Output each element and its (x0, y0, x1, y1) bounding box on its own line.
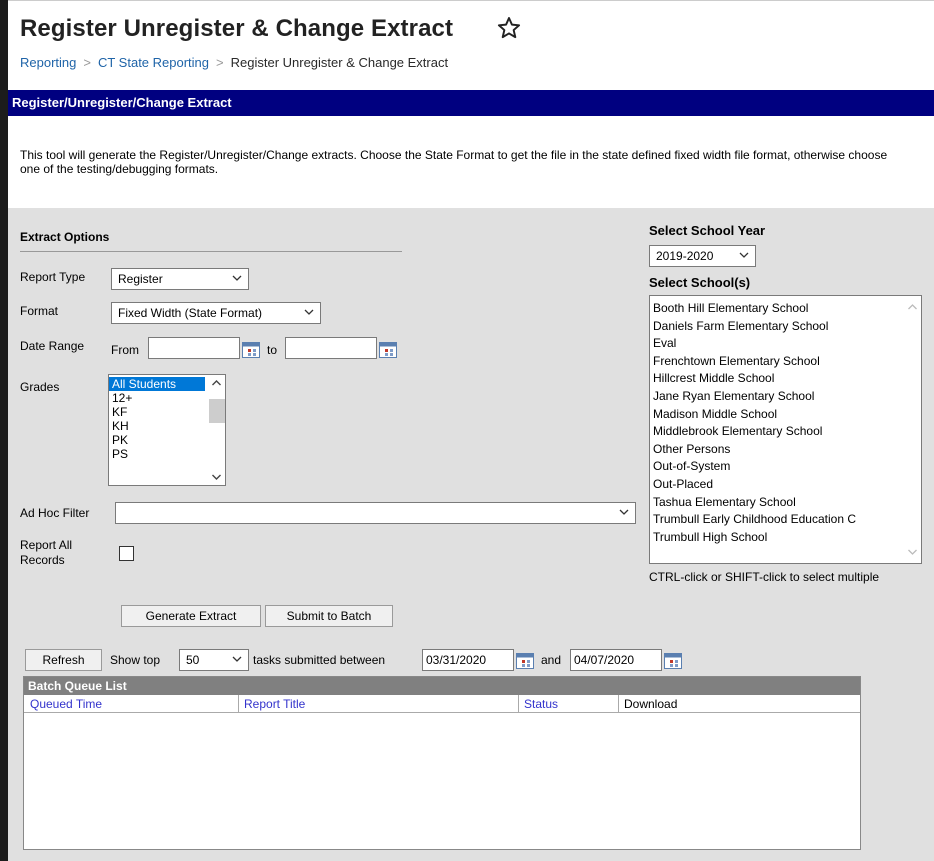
school-option[interactable]: Tashua Elementary School (650, 494, 921, 512)
page-frame: Register Unregister & Change Extract Rep… (8, 0, 934, 861)
format-value: Fixed Width (State Format) (118, 306, 263, 320)
breadcrumb: Reporting > CT State Reporting > Register Un… (20, 55, 448, 70)
scrollbar-thumb[interactable] (209, 399, 225, 423)
section-divider (20, 251, 402, 252)
column-divider (238, 695, 239, 713)
chevron-right-icon: > (83, 55, 91, 70)
breadcrumb-reporting[interactable]: Reporting (20, 55, 76, 70)
show-top-label: Show top (110, 653, 161, 667)
breadcrumb-current: Register Unregister & Change Extract (230, 55, 449, 70)
format-select[interactable]: Fixed Width (State Format) (111, 302, 321, 324)
and-label: and (541, 653, 562, 667)
school-option[interactable]: Other Persons (650, 441, 921, 459)
school-option[interactable]: Madison Middle School (650, 406, 921, 424)
window-left-border (0, 0, 8, 861)
chevron-down-icon[interactable] (907, 547, 918, 557)
date-from-label: From (111, 343, 139, 357)
column-download: Download (624, 697, 678, 711)
chevron-down-icon (232, 656, 242, 662)
school-option[interactable]: Eval (650, 335, 921, 353)
multi-select-hint: CTRL-click or SHIFT-click to select mult… (649, 570, 880, 584)
chevron-up-icon[interactable] (907, 302, 918, 312)
date-to-label: to (267, 343, 278, 357)
page-header: Register Unregister & Change Extract Rep… (8, 0, 934, 88)
school-option[interactable]: Booth Hill Elementary School (650, 300, 921, 318)
school-year-select[interactable]: 2019-2020 (649, 245, 756, 267)
chevron-down-icon (619, 509, 629, 515)
date-to-input[interactable] (285, 337, 377, 359)
school-option[interactable]: Out-of-System (650, 458, 921, 476)
calendar-icon[interactable] (664, 653, 682, 669)
column-divider (518, 695, 519, 713)
school-year-label: Select School Year (649, 223, 766, 238)
report-type-label: Report Type (20, 270, 86, 284)
school-option[interactable]: Trumbull High School (650, 529, 921, 547)
chevron-up-icon[interactable] (211, 378, 222, 388)
ad-hoc-filter-label: Ad Hoc Filter (20, 506, 90, 520)
format-label: Format (20, 304, 59, 318)
tool-description: This tool will generate the Register/Unr… (20, 148, 888, 176)
report-all-records-label-line1: Report All (20, 538, 73, 552)
column-queued-time[interactable]: Queued Time (30, 697, 102, 711)
date-from-input[interactable] (148, 337, 240, 359)
report-type-value: Register (118, 272, 163, 286)
column-divider (618, 695, 619, 713)
calendar-icon[interactable] (516, 653, 534, 669)
calendar-icon[interactable] (242, 342, 260, 358)
report-all-records-label-line2: Records (20, 553, 65, 567)
grade-option-all-students[interactable]: All Students (109, 377, 205, 391)
schools-label: Select School(s) (649, 275, 751, 290)
schools-scrollbar[interactable] (904, 296, 921, 563)
chevron-down-icon (232, 275, 242, 281)
report-all-records-label: Report All Records (20, 538, 72, 568)
extract-options-title: Extract Options (20, 230, 110, 244)
grades-scrollbar[interactable] (208, 375, 225, 485)
submit-to-batch-button[interactable]: Submit to Batch (265, 605, 393, 627)
batch-queue-panel: Batch Queue List Queued Time Report Titl… (23, 676, 861, 850)
chevron-down-icon[interactable] (211, 472, 222, 482)
school-option[interactable]: Jane Ryan Elementary School (650, 388, 921, 406)
report-type-select[interactable]: Register (111, 268, 249, 290)
school-option[interactable]: Hillcrest Middle School (650, 370, 921, 388)
schools-listbox[interactable]: Booth Hill Elementary School Daniels Far… (649, 295, 922, 564)
chevron-right-icon: > (216, 55, 224, 70)
report-all-records-checkbox[interactable] (119, 546, 134, 561)
tool-banner: Register/Unregister/Change Extract (8, 90, 934, 116)
batch-queue-body (24, 713, 860, 849)
chevron-down-icon (739, 252, 749, 258)
batch-queue-title: Batch Queue List (24, 677, 860, 695)
ad-hoc-filter-select[interactable] (115, 502, 636, 524)
tool-description-panel: This tool will generate the Register/Unr… (8, 116, 934, 208)
column-status[interactable]: Status (524, 697, 558, 711)
school-year-value: 2019-2020 (656, 249, 714, 263)
date-range-label: Date Range (20, 339, 85, 353)
school-option[interactable]: Daniels Farm Elementary School (650, 318, 921, 336)
batch-end-date-input[interactable]: 04/07/2020 (570, 649, 662, 671)
grades-label: Grades (20, 380, 60, 394)
school-option[interactable]: Frenchtown Elementary School (650, 353, 921, 371)
calendar-icon[interactable] (379, 342, 397, 358)
generate-extract-button[interactable]: Generate Extract (121, 605, 261, 627)
chevron-down-icon (304, 309, 314, 315)
grades-listbox[interactable]: All Students 12+ KF KH PK PS (108, 374, 226, 486)
show-top-value: 50 (186, 653, 200, 667)
extract-form: Extract Options Report Type Register For… (8, 208, 934, 861)
breadcrumb-ct-state-reporting[interactable]: CT State Reporting (98, 55, 209, 70)
school-option[interactable]: Trumbull Early Childhood Education C (650, 511, 903, 529)
school-option[interactable]: Middlebrook Elementary School (650, 423, 921, 441)
page-title: Register Unregister & Change Extract (20, 15, 454, 42)
column-report-title[interactable]: Report Title (244, 697, 305, 711)
tasks-between-label: tasks submitted between (253, 653, 386, 667)
batch-start-date-input[interactable]: 03/31/2020 (422, 649, 514, 671)
show-top-select[interactable]: 50 (179, 649, 249, 671)
refresh-button[interactable]: Refresh (25, 649, 102, 671)
batch-queue-header: Queued Time Report Title Status Download (24, 695, 860, 713)
school-option[interactable]: Out-Placed (650, 476, 921, 494)
star-icon[interactable] (496, 15, 522, 41)
